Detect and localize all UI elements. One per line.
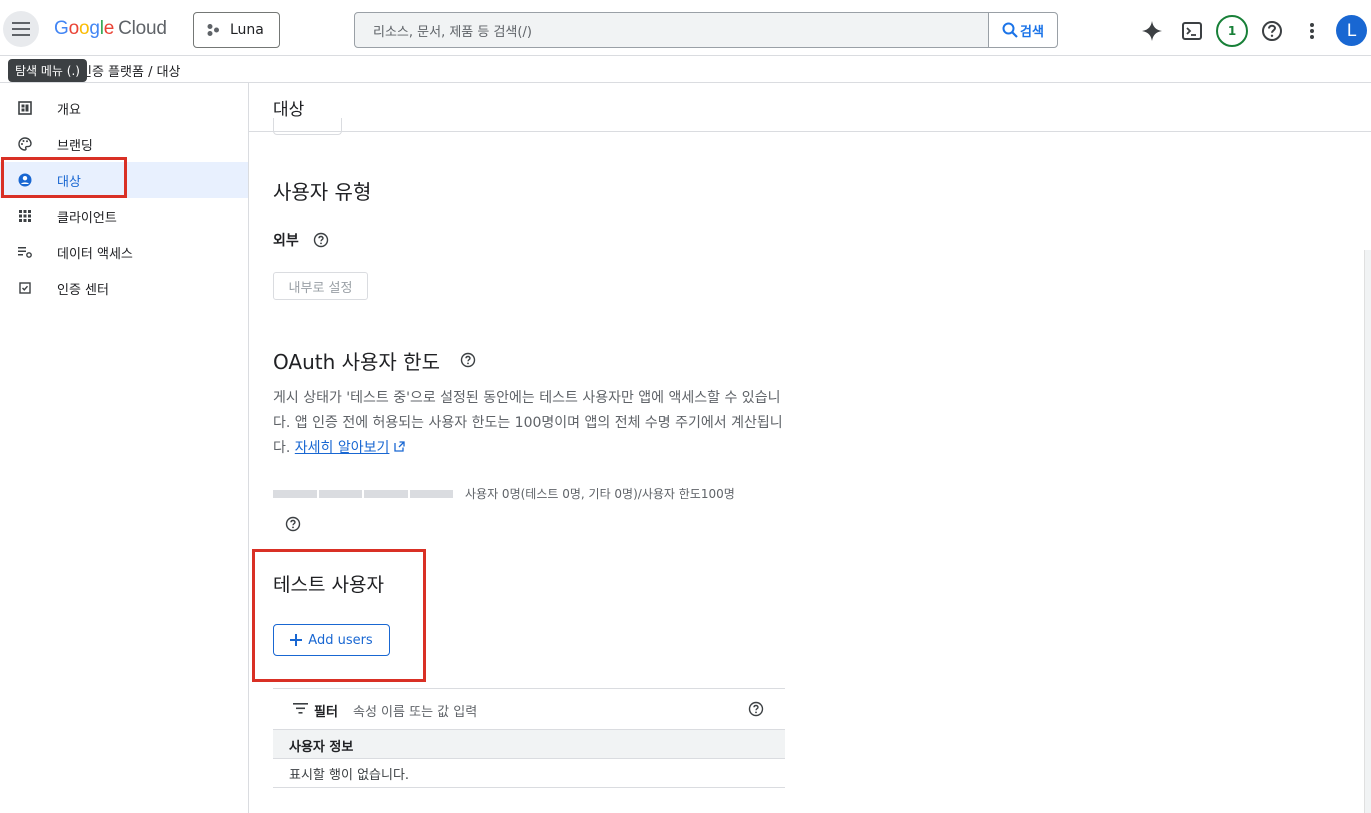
help-button[interactable] (1258, 17, 1286, 45)
filter-input[interactable]: 속성 이름 또는 값 입력 (353, 701, 477, 720)
table-empty-row: 표시할 행이 없습니다. (273, 759, 785, 788)
hamburger-menu-icon (12, 22, 30, 36)
search-icon (1002, 22, 1018, 38)
learn-more-link[interactable]: 자세히 알아보기 (295, 440, 390, 456)
cloud-shell-button[interactable] (1178, 17, 1206, 45)
test-users-heading: 테스트 사용자 (273, 574, 384, 596)
verified-check-icon (19, 282, 31, 294)
oauth-limit-heading: OAuth 사용자 한도 (273, 350, 440, 374)
page-title: 대상 (273, 100, 305, 120)
user-type-heading: 사용자 유형 (273, 180, 372, 204)
apps-grid-icon (19, 210, 31, 222)
user-type-help-icon[interactable] (313, 232, 329, 248)
sidebar-item-verification-center[interactable]: 인증 센터 (0, 270, 248, 306)
breadcrumb: 인증 플랫폼 / 대상 (0, 56, 1371, 83)
oauth-limit-description: 게시 상태가 '테스트 중'으로 설정된 동안에는 테스트 사용자만 앱에 액세… (273, 390, 783, 456)
filter-help-icon[interactable] (748, 701, 764, 717)
project-nodes-icon (207, 24, 219, 36)
sidebar-item-clients[interactable]: 클라이언트 (0, 198, 248, 234)
filter-label: 필터 (314, 705, 338, 720)
sidebar-item-data-access[interactable]: 데이터 액세스 (0, 234, 248, 270)
sidebar-item-branding[interactable]: 브랜딩 (0, 126, 248, 162)
plus-icon (290, 634, 303, 646)
user-type-value: 외부 (273, 233, 299, 249)
oauth-limit-help-icon[interactable] (460, 352, 476, 368)
user-limit-progress-bar (273, 490, 453, 498)
search-button[interactable]: 검색 (988, 13, 1057, 47)
sparkle-icon (1142, 21, 1162, 41)
more-vert-icon (1310, 23, 1314, 39)
search-bar: 리소스, 문서, 제품 등 검색(/) 검색 (354, 12, 1058, 48)
help-icon (1262, 21, 1282, 41)
user-limit-usage-text: 사용자 0명(테스트 0명, 기타 0명)/사용자 한도100명 (465, 487, 735, 501)
usage-help-icon[interactable] (285, 516, 301, 532)
account-circle-icon (18, 173, 32, 187)
more-options-button[interactable] (1298, 17, 1326, 45)
top-app-bar: Google Cloud Luna 리소스, 문서, 제품 등 검색(/) 검색 … (0, 0, 1371, 56)
scrollbar[interactable] (1364, 250, 1371, 813)
breadcrumb-path[interactable]: 인증 플랫폼 / 대상 (80, 61, 181, 80)
menu-tooltip: 탐색 메뉴 (.) (8, 59, 87, 82)
project-name: Luna (230, 22, 264, 38)
navigation-menu-button[interactable] (3, 11, 39, 47)
empty-table-message: 표시할 행이 없습니다. (289, 768, 410, 783)
make-internal-button[interactable]: 내부로 설정 (273, 272, 368, 300)
column-header-user-info[interactable]: 사용자 정보 (289, 736, 353, 755)
project-picker-button[interactable]: Luna (193, 12, 280, 48)
dashboard-icon (18, 101, 32, 115)
filter-list-icon (293, 703, 308, 714)
scrolled-button-edge (273, 118, 342, 135)
add-users-button[interactable]: Add users (273, 624, 390, 656)
terminal-icon (1182, 22, 1202, 40)
account-avatar[interactable]: L (1336, 15, 1367, 46)
filter-bar: 필터 속성 이름 또는 값 입력 (273, 688, 785, 730)
palette-icon (18, 137, 32, 151)
gemini-button[interactable] (1138, 17, 1166, 45)
sidebar-item-overview[interactable]: 개요 (0, 90, 248, 126)
sidebar: 개요 브랜딩 대상 클라이언트 데이터 액세스 인증 센터 (0, 83, 249, 813)
table-header: 사용자 정보 (273, 730, 785, 759)
sidebar-item-audience[interactable]: 대상 (0, 162, 248, 198)
title-divider (249, 131, 1371, 132)
search-input[interactable]: 리소스, 문서, 제품 등 검색(/) (355, 13, 988, 47)
data-settings-icon (18, 247, 32, 258)
notifications-badge[interactable]: 1 (1216, 15, 1248, 47)
highlight-box-test-users (252, 549, 426, 682)
google-cloud-logo[interactable]: Google Cloud (54, 18, 167, 40)
open-in-new-icon (394, 441, 405, 452)
